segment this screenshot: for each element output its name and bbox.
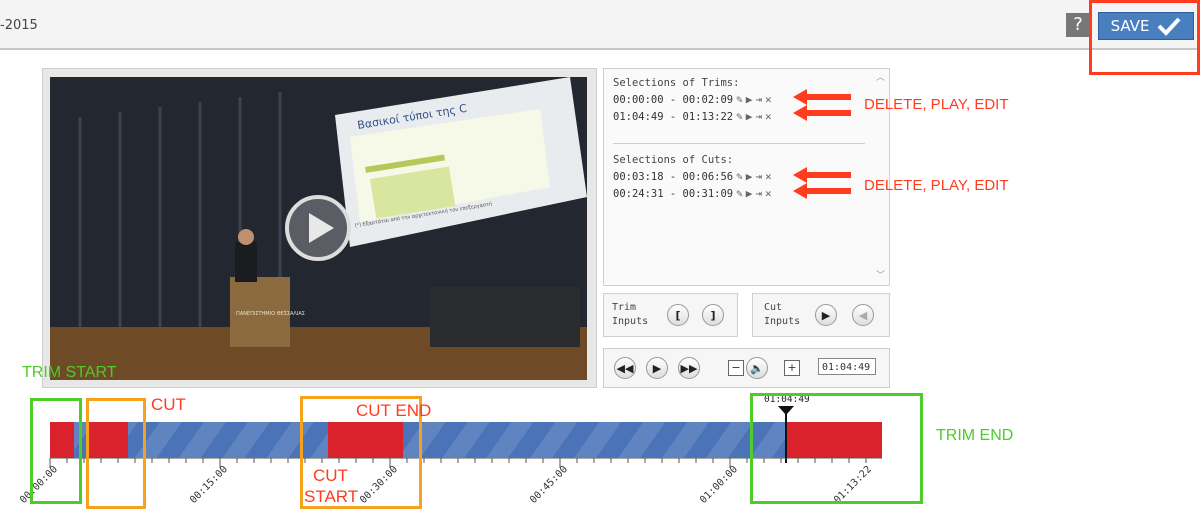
cut-selection-row: 00:24:31 - 00:31:09 ✎ ▶ ⇥ ✕	[613, 187, 772, 200]
delete-icon[interactable]: ✕	[765, 170, 772, 183]
trim-inputs-label: Trim Inputs	[612, 302, 649, 327]
cut-range: 00:24:31 - 00:31:09	[613, 187, 734, 200]
delete-icon[interactable]: ✕	[765, 93, 772, 106]
jump-icon[interactable]: ⇥	[755, 93, 762, 106]
jump-icon[interactable]: ⇥	[755, 170, 762, 183]
tick-label: 00:45:00	[528, 464, 570, 506]
trim-start-button[interactable]: [	[667, 304, 689, 326]
fast-forward-button[interactable]: ▶▶	[678, 357, 700, 379]
delete-icon[interactable]: ✕	[765, 110, 772, 123]
save-highlight-box	[1089, 0, 1200, 75]
play-icon[interactable]: ▶	[746, 93, 753, 106]
jump-icon[interactable]: ⇥	[755, 187, 762, 200]
annotation-cut-start-line2: START	[304, 487, 359, 506]
cut-selection-row: 00:03:18 - 00:06:56 ✎ ▶ ⇥ ✕	[613, 170, 772, 183]
volume-icon[interactable]: 🔈	[746, 357, 768, 379]
scroll-up-icon[interactable]: ︿	[876, 70, 885, 83]
volume-up-button[interactable]: +	[784, 360, 800, 376]
cut-start-button[interactable]: ▶	[815, 304, 837, 326]
cut-inputs-label: Cut Inputs	[764, 302, 801, 327]
arrow-icon	[793, 167, 851, 199]
time-input[interactable]: 01:04:49	[818, 358, 876, 375]
delete-icon[interactable]: ✕	[765, 187, 772, 200]
edit-icon[interactable]: ✎	[736, 93, 743, 106]
annotation-delete-play-edit: DELETE, PLAY, EDIT	[864, 96, 1009, 113]
play-icon[interactable]: ▶	[746, 187, 753, 200]
arrow-icon	[793, 89, 851, 121]
tick-label: 00:15:00	[188, 464, 230, 506]
trim-end-highlight-box	[750, 393, 923, 504]
trim-range: 01:04:49 - 01:13:22	[613, 110, 734, 123]
cuts-title: Selections of Cuts:	[613, 154, 734, 166]
video-frame: Βασικοί τύποι της C (*) Εξαρτάται από τη…	[50, 77, 587, 380]
trim-selection-row: 00:00:00 - 00:02:09 ✎ ▶ ⇥ ✕	[613, 93, 772, 106]
svg-text:ΠΑΝΕΠΙΣΤΗΜΙΟ ΘΕΣΣΑΛΙΑΣ: ΠΑΝΕΠΙΣΤΗΜΙΟ ΘΕΣΣΑΛΙΑΣ	[236, 311, 305, 317]
annotation-trim-start: TRIM START	[22, 364, 117, 381]
rewind-button[interactable]: ◀◀	[614, 357, 636, 379]
scroll-down-icon[interactable]: ﹀	[876, 268, 885, 281]
edit-icon[interactable]: ✎	[736, 187, 743, 200]
cut-end-button[interactable]: ◀	[852, 304, 874, 326]
trim-end-button[interactable]: ]	[702, 304, 724, 326]
tick-label: 01:00:00	[698, 464, 740, 506]
edit-icon[interactable]: ✎	[736, 170, 743, 183]
edit-icon[interactable]: ✎	[736, 110, 743, 123]
divider	[613, 143, 865, 144]
top-bar: -2015	[0, 0, 1200, 50]
cut-range: 00:03:18 - 00:06:56	[613, 170, 734, 183]
trims-title: Selections of Trims:	[613, 77, 740, 89]
help-button[interactable]: ?	[1066, 13, 1090, 37]
trim-range: 00:00:00 - 00:02:09	[613, 93, 734, 106]
annotation-cut-end: CUT END	[356, 401, 432, 420]
page-title: -2015	[0, 18, 38, 33]
volume-down-button[interactable]: −	[728, 360, 744, 376]
cut-highlight-box	[86, 398, 146, 509]
play-icon[interactable]: ▶	[746, 170, 753, 183]
trim-start-highlight-box	[30, 398, 82, 504]
jump-icon[interactable]: ⇥	[755, 110, 762, 123]
play-button[interactable]: ▶	[646, 357, 668, 379]
annotation-trim-end: TRIM END	[936, 427, 1014, 444]
play-icon[interactable]: ▶	[746, 110, 753, 123]
annotation-cut: CUT	[151, 395, 186, 414]
annotation-delete-play-edit: DELETE, PLAY, EDIT	[864, 177, 1009, 194]
play-icon[interactable]	[285, 195, 351, 261]
annotation-cut-start-line1: CUT	[313, 466, 348, 485]
video-player[interactable]: Βασικοί τύποι της C (*) Εξαρτάται από τη…	[50, 77, 587, 380]
trim-selection-row: 01:04:49 - 01:13:22 ✎ ▶ ⇥ ✕	[613, 110, 772, 123]
